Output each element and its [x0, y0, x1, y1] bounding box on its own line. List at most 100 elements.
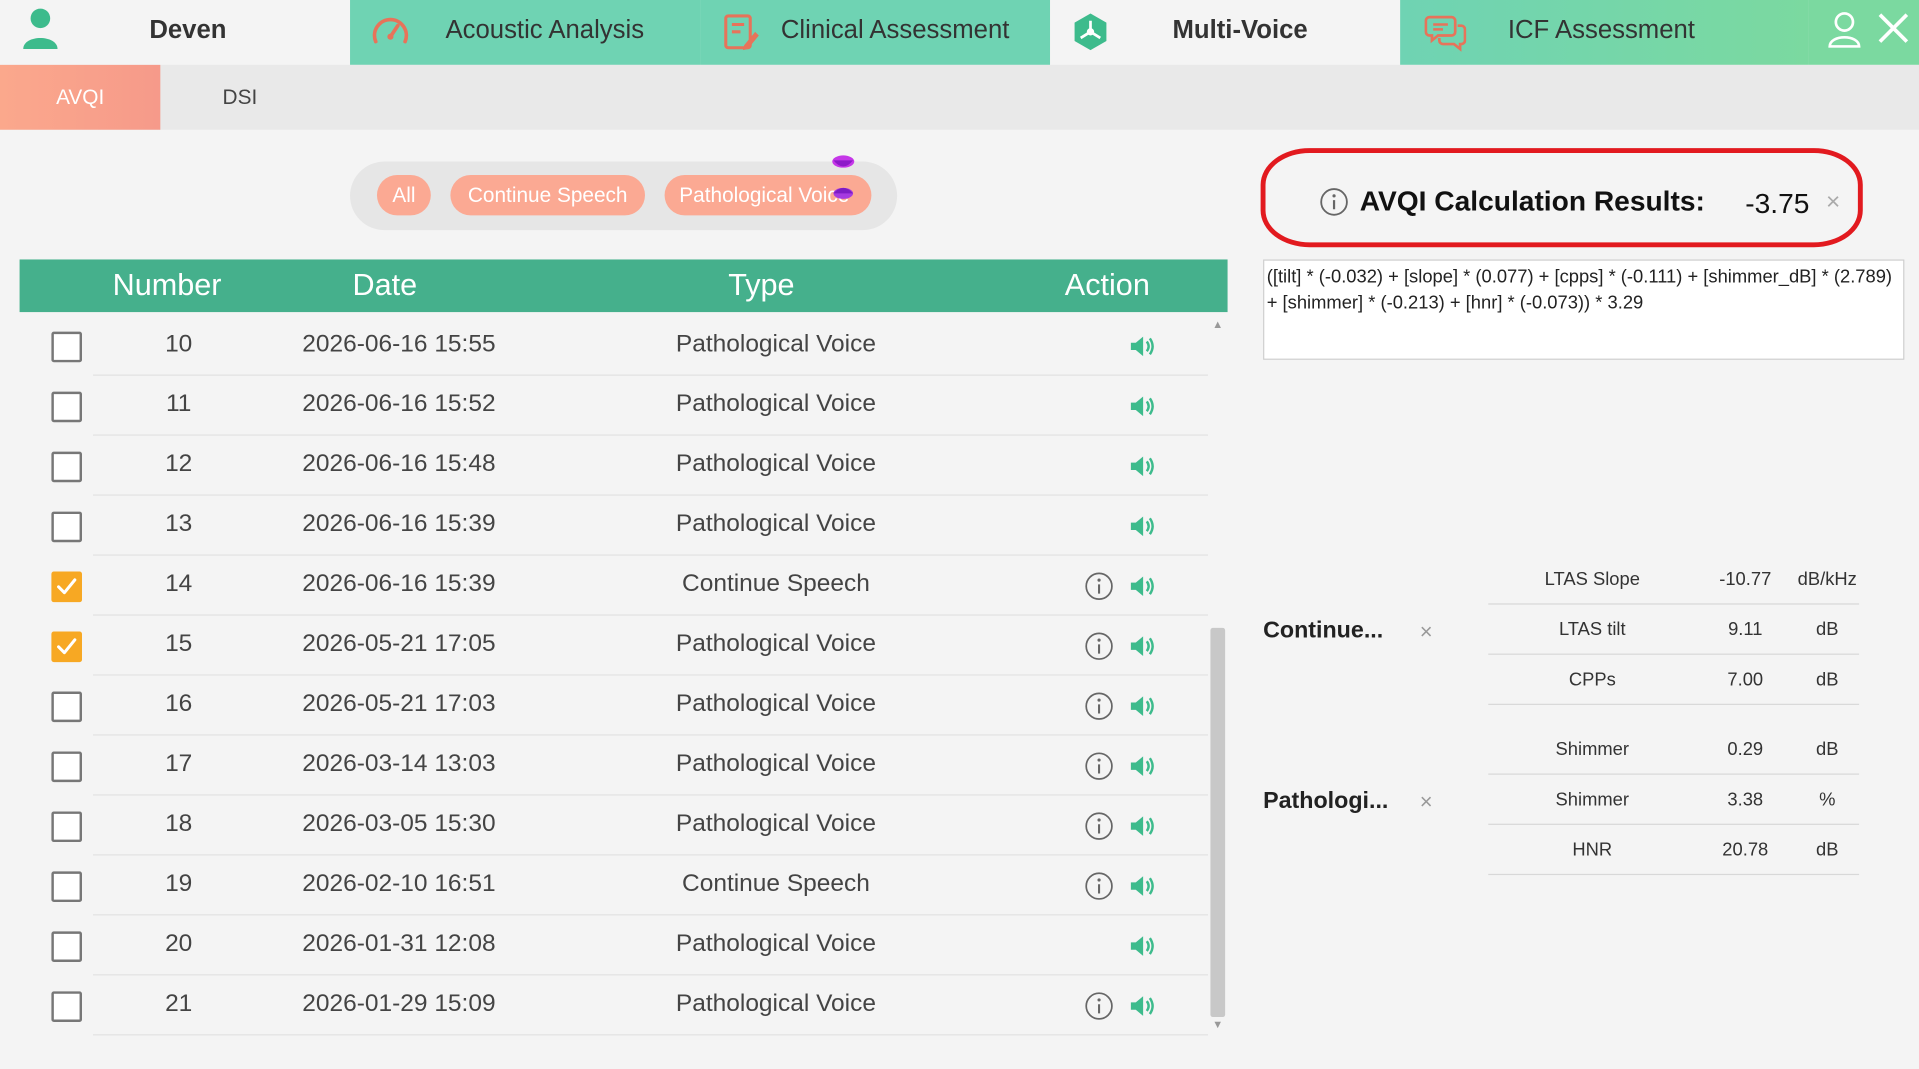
parameter-name: Shimmer — [1555, 739, 1630, 761]
row-number: 12 — [165, 450, 193, 478]
speaker-icon[interactable] — [1130, 934, 1157, 958]
tab-label: Multi-Voice — [1172, 15, 1308, 45]
row-checkbox[interactable] — [51, 511, 83, 543]
info-icon[interactable] — [1084, 991, 1113, 1020]
parameter-row: HNR 20.78 dB — [1488, 825, 1860, 876]
speaker-icon[interactable] — [1130, 454, 1157, 478]
top-nav: Deven Acoustic Analysis Clinical Assessm… — [0, 0, 1919, 65]
parameter-row: LTAS Slope -10.77 dB/kHz — [1488, 554, 1860, 605]
info-icon[interactable] — [1084, 751, 1113, 780]
filter-continue-speech-button[interactable]: Continue Speech — [450, 175, 645, 216]
account-icon[interactable] — [1826, 11, 1863, 48]
column-header-type: Type — [728, 268, 795, 303]
speaker-icon[interactable] — [1130, 334, 1157, 358]
row-checkbox[interactable] — [51, 571, 83, 603]
result-value: -3.75 — [1745, 187, 1810, 220]
column-header-date: Date — [352, 268, 418, 303]
row-number: 17 — [165, 750, 193, 778]
user-tab[interactable]: Deven — [0, 0, 351, 65]
row-type: Pathological Voice — [675, 990, 876, 1018]
table-row[interactable]: 20 2026-01-31 12:08 Pathological Voice — [20, 915, 1228, 976]
speaker-icon[interactable] — [1130, 754, 1157, 778]
tab-icf-assessment[interactable]: ICF Assessment — [1400, 0, 1809, 65]
row-checkbox[interactable] — [51, 391, 83, 423]
row-checkbox[interactable] — [51, 871, 83, 903]
speaker-icon[interactable] — [1130, 994, 1157, 1018]
row-checkbox[interactable] — [51, 631, 83, 663]
row-number: 15 — [165, 630, 193, 658]
row-checkbox[interactable] — [51, 751, 83, 783]
row-date: 2026-01-29 15:09 — [302, 990, 496, 1018]
speaker-icon[interactable] — [1130, 814, 1157, 838]
scrollbar-thumb[interactable] — [1210, 627, 1226, 1018]
table-row[interactable]: 19 2026-02-10 16:51 Continue Speech — [20, 856, 1228, 916]
scroll-up-icon[interactable]: ▲ — [1210, 318, 1225, 330]
table-row[interactable]: 12 2026-06-16 15:48 Pathological Voice — [20, 436, 1228, 496]
row-number: 21 — [165, 990, 193, 1018]
info-icon[interactable] — [1084, 572, 1113, 601]
table-row[interactable]: 15 2026-05-21 17:05 Pathological Voice — [20, 616, 1228, 676]
row-checkbox[interactable] — [51, 931, 83, 962]
row-checkbox[interactable] — [51, 691, 83, 723]
parameter-name: Shimmer — [1555, 789, 1630, 811]
info-icon[interactable] — [1084, 692, 1113, 721]
row-number: 13 — [165, 510, 193, 538]
table-row[interactable]: 17 2026-03-14 13:03 Pathological Voice — [20, 736, 1228, 796]
table-row[interactable]: 10 2026-06-16 15:55 Pathological Voice — [20, 316, 1228, 376]
row-date: 2026-06-16 15:39 — [302, 510, 496, 538]
parameter-value: 0.29 — [1727, 739, 1764, 761]
parameter-value: 3.38 — [1727, 789, 1764, 811]
sub-tab-bar: AVQI DSI — [0, 64, 1919, 130]
row-number: 19 — [165, 870, 193, 898]
parameter-divider — [1488, 703, 1860, 705]
row-checkbox[interactable] — [51, 331, 83, 363]
close-icon[interactable] — [1875, 10, 1912, 47]
app-window: Deven Acoustic Analysis Clinical Assessm… — [0, 0, 1919, 1069]
speaker-icon[interactable] — [1130, 394, 1157, 418]
row-date: 2026-03-05 15:30 — [302, 810, 496, 838]
speaker-icon[interactable] — [1130, 634, 1157, 658]
parameter-unit: dB — [1816, 619, 1839, 641]
subtab-dsi[interactable]: DSI — [160, 65, 319, 130]
filter-all-button[interactable]: All — [376, 175, 431, 216]
table-row[interactable]: 13 2026-06-16 15:39 Pathological Voice — [20, 496, 1228, 556]
row-type: Pathological Voice — [675, 810, 876, 838]
table-row[interactable]: 14 2026-06-16 15:39 Continue Speech — [20, 556, 1228, 616]
speaker-icon[interactable] — [1130, 694, 1157, 718]
info-icon[interactable] — [1084, 632, 1113, 661]
row-checkbox[interactable] — [51, 451, 83, 483]
subtab-avqi[interactable]: AVQI — [0, 64, 161, 130]
table-row[interactable]: 21 2026-01-29 15:09 Pathological Voice — [20, 975, 1228, 1036]
table-row[interactable]: 16 2026-05-21 17:03 Pathological Voice — [20, 676, 1228, 736]
parameter-value: 20.78 — [1722, 839, 1769, 861]
drag-handle-icon[interactable] — [830, 153, 857, 207]
table-row[interactable]: 11 2026-06-16 15:52 Pathological Voice — [20, 376, 1228, 436]
parameter-unit: % — [1819, 789, 1836, 811]
scroll-down-icon[interactable]: ▼ — [1210, 1018, 1225, 1030]
table-row[interactable]: 18 2026-03-05 15:30 Pathological Voice — [20, 796, 1228, 856]
tab-acoustic-analysis[interactable]: Acoustic Analysis — [350, 0, 701, 65]
info-icon[interactable] — [1084, 811, 1113, 840]
group-remove-button[interactable]: × — [1420, 619, 1433, 645]
speaker-icon[interactable] — [1130, 574, 1157, 598]
parameter-name: LTAS tilt — [1558, 619, 1626, 641]
clipboard-edit-icon — [724, 14, 759, 51]
row-number: 16 — [165, 690, 193, 718]
row-type: Pathological Voice — [675, 330, 876, 358]
info-icon — [1320, 188, 1348, 216]
info-icon[interactable] — [1084, 871, 1113, 900]
group-remove-button[interactable]: × — [1420, 789, 1433, 815]
speaker-icon[interactable] — [1130, 514, 1157, 538]
row-checkbox[interactable] — [51, 991, 83, 1022]
type-filter-group: All Continue Speech Pathological Voice — [350, 155, 898, 231]
records-table: Number Date Type Action — [19, 259, 1228, 313]
row-date: 2026-05-21 17:05 — [302, 630, 496, 658]
row-type: Pathological Voice — [675, 510, 876, 538]
tab-label: Acoustic Analysis — [445, 15, 645, 45]
tab-clinical-assessment[interactable]: Clinical Assessment — [700, 0, 1051, 65]
result-close-button[interactable]: × — [1826, 188, 1840, 216]
speaker-icon[interactable] — [1130, 874, 1157, 898]
row-checkbox[interactable] — [51, 811, 83, 843]
tab-multi-voice[interactable]: Multi-Voice — [1050, 0, 1401, 65]
avqi-result-panel: AVQI Calculation Results: -3.75 × — [1260, 148, 1863, 248]
